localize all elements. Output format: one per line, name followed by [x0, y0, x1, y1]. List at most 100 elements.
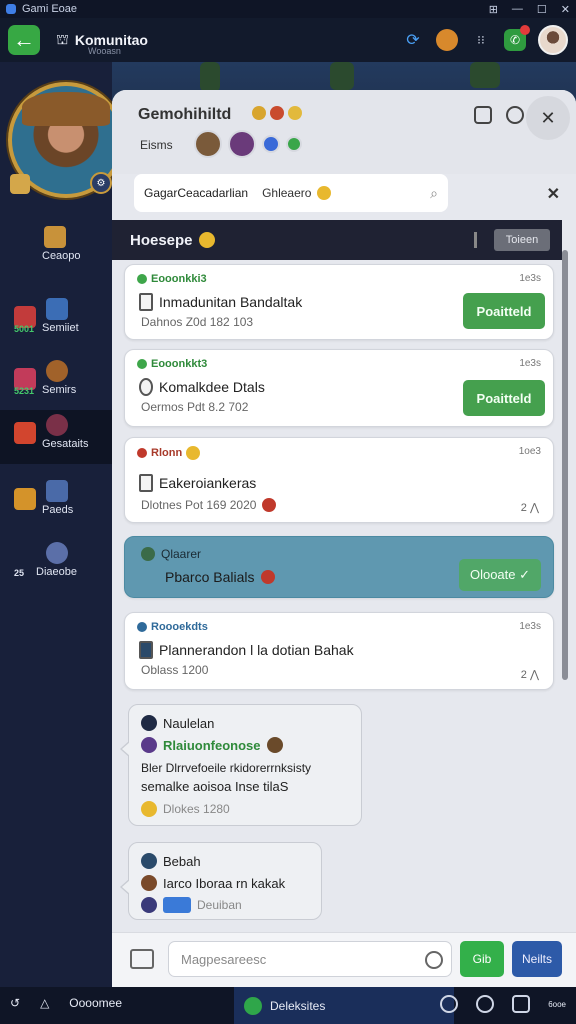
reply-count[interactable]: 2 ⋀ [521, 668, 539, 681]
user-avatar[interactable] [538, 25, 568, 55]
card-time: 1e3s [519, 621, 541, 632]
copy-icon[interactable] [474, 106, 492, 124]
panel-title: Gemohihiltd [138, 106, 232, 123]
list-item-highlighted[interactable]: Qlaarer Pbarco Balials Olooate ✓ [124, 536, 554, 598]
fire-icon [14, 422, 36, 444]
pet-icon [266, 737, 283, 753]
member-avatar[interactable] [228, 130, 256, 158]
back-button[interactable]: ← [8, 25, 40, 55]
search-close-icon[interactable]: ✕ [547, 184, 560, 204]
list-item[interactable]: Eooonkki3 1e3s Inmadunitan Bandaltak Dah… [124, 264, 554, 340]
card-action-button[interactable]: Poaitteld [463, 293, 545, 329]
card-tag-label: Eooonkkt3 [151, 358, 208, 370]
rail-item-count: 5001 [14, 324, 35, 334]
header-actions: ⟳ ⁝⁝ ✆ [402, 25, 568, 55]
refresh-icon[interactable] [506, 106, 524, 124]
scenery-tree [200, 62, 220, 92]
star-icon [46, 542, 68, 564]
sync-icon[interactable]: ⟳ [402, 29, 424, 51]
smile-icon [317, 186, 332, 200]
close-window-icon[interactable]: ✕ [561, 3, 570, 16]
undo-icon[interactable]: ↺ [10, 996, 20, 1010]
bubble-handle: Rlaiuonfeonose [141, 737, 283, 753]
ticket-icon [46, 298, 68, 320]
scroll-icon [44, 226, 66, 248]
scenery-tree [470, 62, 500, 88]
status-dot-icon [137, 274, 147, 284]
notification-badge [520, 25, 530, 35]
rail-item-count: 25 [14, 568, 25, 578]
reply-count[interactable]: 2 ⋀ [521, 501, 539, 514]
list-item[interactable]: Rlonn 1oe3 Eakeroiankeras Dlotnes Pot 16… [124, 437, 554, 523]
member-avatar[interactable] [194, 130, 222, 158]
card-title-text: Plannerandon l la dotian Bahak [159, 642, 354, 658]
card-tag-label: Rlonn [151, 447, 183, 459]
bottom-center-label: Deleksites [270, 998, 326, 1013]
community-panel: Gemohihiltd Eisms ✕ GagarCeacadarlian Gh… [112, 90, 576, 987]
list-item[interactable]: Roooekdts 1e3s Plannerandon l la dotian … [124, 612, 554, 690]
fire-icon [270, 106, 284, 120]
window-snap-icon[interactable]: ⊞ [489, 3, 498, 16]
card-title: Inmadunitan Bandaltak [139, 293, 302, 311]
search-input[interactable]: GagarCeacadarlian Ghleaero ⌕ [134, 174, 448, 212]
search-icon[interactable]: ⌕ [430, 185, 438, 202]
bubble-text: Bler Dlrrvefoeile rkidorerrnksisty [141, 761, 312, 775]
app-header: ← ⛫ Komunitao Wooasn ⟳ ⁝⁝ ✆ [0, 18, 576, 62]
section-action-button[interactable]: Toieen [494, 229, 550, 251]
card-title-text: Komalkdee Dtals [159, 379, 265, 395]
app-logo-icon [6, 4, 16, 14]
bubble-text: Iarco Iboraa rn kakak [141, 875, 285, 891]
smile-icon [198, 232, 215, 248]
card-tag: Qlaarer [141, 547, 201, 561]
minimize-icon[interactable]: — [512, 3, 523, 16]
trophy-icon [252, 106, 266, 120]
rail-item-diaeobe[interactable]: 25 Diaeobe [0, 538, 112, 592]
member-avatars [194, 130, 302, 158]
card-action-button[interactable]: Poaitteld [463, 380, 545, 416]
section-header: Hoesepe Toieen [112, 220, 562, 260]
send-button[interactable]: Neilts [512, 941, 562, 977]
card-title: Eakeroiankeras [139, 474, 256, 492]
rail-item-ceaopo[interactable]: Ceaopo [0, 222, 112, 276]
status-dot-icon [137, 622, 147, 632]
chat-icon[interactable]: ✆ [504, 25, 530, 51]
chat-bubble[interactable]: Naulelan Rlaiuonfeonose Bler Dlrrvefoeil… [120, 704, 362, 826]
gift-icon [14, 488, 36, 510]
bell-icon[interactable]: △ [40, 996, 49, 1010]
message-input[interactable]: Magpesareesc [168, 941, 452, 977]
hero-badge-icon [10, 174, 30, 194]
rail-item-semiiet[interactable]: 5001 Semiiet [0, 294, 112, 348]
card-meta-text: Dlotnes Pot 169 2020 [141, 498, 257, 512]
play-icon[interactable] [476, 995, 495, 1013]
close-panel-button[interactable]: ✕ [526, 96, 570, 140]
attach-icon[interactable] [130, 949, 154, 969]
os-title: Gami Eoae [22, 3, 78, 15]
rail-item-gesataits[interactable]: Gesataits [0, 410, 112, 464]
card-time: 1e3s [519, 273, 541, 284]
smile-icon [186, 446, 201, 460]
hero-hat-icon [22, 92, 110, 126]
os-titlebar: Gami Eoae ⊞ — ☐ ✕ [0, 0, 576, 18]
screen-icon[interactable] [512, 995, 531, 1013]
pet-icon[interactable] [436, 29, 458, 51]
rail-item-paeds[interactable]: Paeds [0, 476, 112, 530]
rail-item-semirs[interactable]: 5231 Semirs [0, 356, 112, 410]
pin-icon[interactable] [440, 995, 459, 1013]
emoji-icon[interactable] [425, 951, 443, 969]
rail-item-count: 5231 [14, 386, 35, 396]
card-action-button[interactable]: Olooate ✓ [459, 559, 541, 591]
maximize-icon[interactable]: ☐ [537, 3, 547, 16]
panel-header: Gemohihiltd Eisms ✕ [112, 90, 576, 174]
bubble-meta-text: Deuiban [197, 898, 242, 912]
list-item[interactable]: Eooonkkt3 1e3s Komalkdee Dtals Oermos Pd… [124, 349, 554, 427]
home-label[interactable]: Oooomee [69, 996, 122, 1010]
gif-button[interactable]: Gib [460, 941, 504, 977]
bubble-author: Naulelan [141, 715, 214, 731]
chat-bubble[interactable]: Bebah Iarco Iboraa rn kakak Deuiban [120, 842, 322, 920]
card-title-text: Eakeroiankeras [159, 475, 257, 491]
bottom-center-tab[interactable]: Deleksites [234, 987, 454, 1024]
card-meta: Dlotnes Pot 169 2020 [141, 498, 277, 512]
bottom-right-label[interactable]: 6ooe [548, 1000, 566, 1009]
scrollbar[interactable] [562, 250, 568, 680]
more-icon[interactable]: ⁝⁝ [470, 29, 492, 51]
